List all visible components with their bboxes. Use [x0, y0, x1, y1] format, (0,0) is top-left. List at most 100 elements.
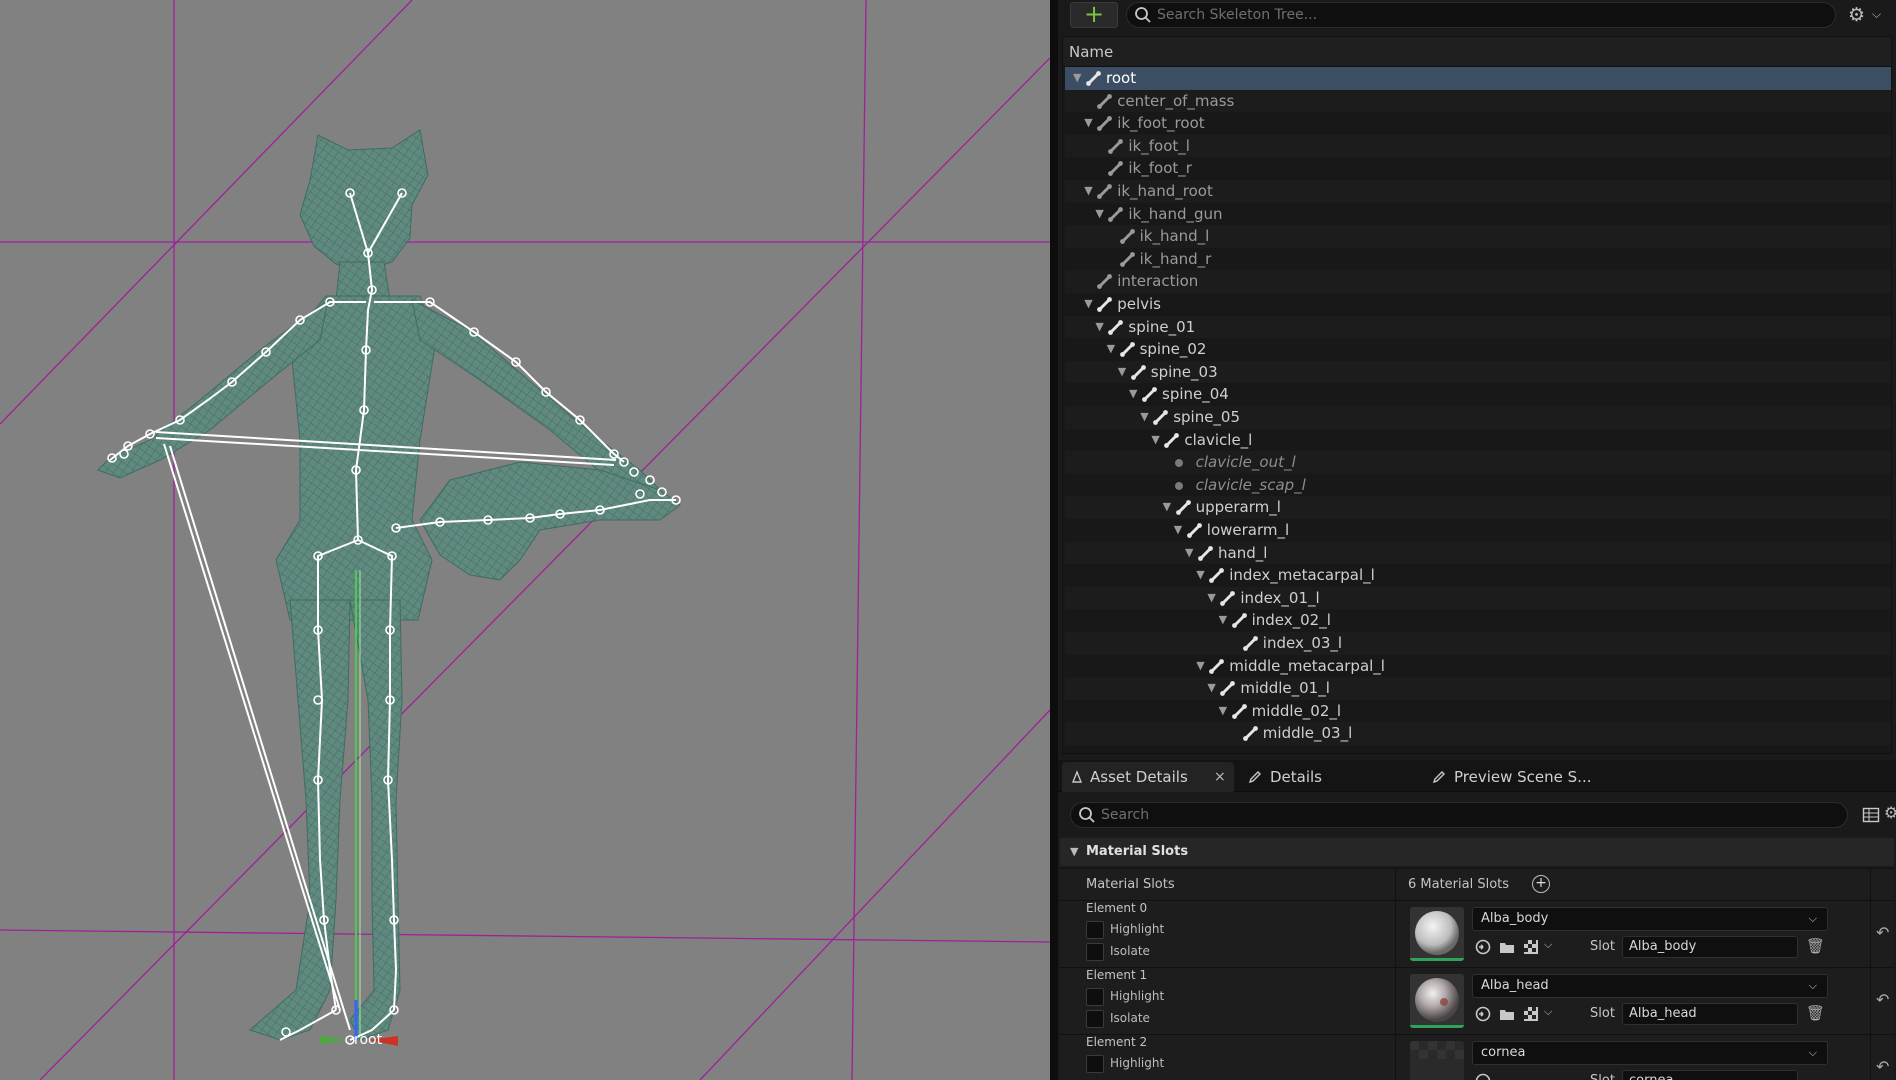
highlight-checkbox[interactable]	[1086, 988, 1104, 1006]
slot-name-input[interactable]: cornea	[1622, 1070, 1798, 1080]
gear-icon[interactable]: ⚙	[1848, 3, 1870, 27]
expand-arrow-icon[interactable]: ▼	[1174, 519, 1184, 542]
tree-row[interactable]: ▼ upperarm_l	[1065, 496, 1891, 519]
close-icon[interactable]: ×	[1214, 762, 1226, 792]
browse-folder-icon[interactable]	[1498, 938, 1516, 956]
browse-folder-icon[interactable]	[1498, 1005, 1516, 1023]
tree-row[interactable]: ik_foot_r	[1065, 157, 1891, 180]
tree-row[interactable]: ▼ spine_03	[1065, 360, 1891, 384]
expand-arrow-icon[interactable]: ▼	[1084, 180, 1094, 203]
tree-row[interactable]: clavicle_scap_l	[1065, 474, 1891, 497]
tree-row[interactable]: ▼ ik_hand_root	[1065, 180, 1891, 203]
panel-splitter[interactable]	[1050, 0, 1058, 1080]
expand-arrow-icon[interactable]: ▼	[1219, 609, 1229, 632]
add-slot-icon[interactable]: +	[1532, 875, 1550, 893]
table-view-icon[interactable]	[1862, 806, 1880, 824]
tree-row[interactable]: interaction	[1065, 270, 1891, 293]
material-thumbnail[interactable]	[1410, 974, 1464, 1028]
expand-arrow-icon[interactable]: ▼	[1185, 542, 1195, 565]
checker-icon[interactable]	[1522, 938, 1540, 956]
expand-arrow-icon[interactable]: ▼	[1207, 677, 1217, 700]
tree-row[interactable]: ▼ index_02_l	[1065, 609, 1891, 632]
expand-arrow-icon[interactable]: ▼	[1095, 316, 1105, 339]
tree-row[interactable]: ▼ root	[1065, 67, 1891, 90]
tree-row[interactable]: center_of_mass	[1065, 89, 1891, 113]
checker-icon[interactable]	[1522, 1005, 1540, 1023]
tree-row[interactable]: ▼ lowerarm_l	[1065, 519, 1891, 542]
isolate-checkbox[interactable]	[1086, 943, 1104, 961]
material-slots-section[interactable]: ▼ Material Slots	[1060, 838, 1894, 866]
expand-arrow-icon[interactable]: ▼	[1129, 383, 1139, 406]
tree-row[interactable]: middle_03_l	[1065, 722, 1891, 745]
use-selected-icon[interactable]	[1474, 1005, 1492, 1023]
chevron-down-icon[interactable]: ⌵	[1544, 938, 1552, 952]
chevron-down-icon[interactable]: ⌵	[1544, 1005, 1552, 1019]
details-search-input[interactable]	[1101, 805, 1801, 825]
tree-row[interactable]: ▼ spine_04	[1065, 383, 1891, 406]
expand-arrow-icon[interactable]: ▼	[1140, 406, 1150, 429]
tab-preview-scene[interactable]: Preview Scene S...	[1426, 762, 1606, 792]
slot-name-input[interactable]: Alba_body	[1622, 936, 1798, 958]
tab-details[interactable]: Details	[1242, 762, 1392, 792]
tree-row[interactable]: ik_hand_r	[1065, 248, 1891, 271]
expand-arrow-icon[interactable]: ▼	[1095, 203, 1105, 226]
material-thumbnail[interactable]	[1410, 907, 1464, 961]
expand-arrow-icon[interactable]: ▼	[1151, 429, 1161, 452]
expand-arrow-icon[interactable]: ▼	[1107, 338, 1117, 361]
tree-row[interactable]: ▼ index_01_l	[1065, 586, 1891, 610]
tree-row[interactable]: ▼ ik_foot_root	[1065, 112, 1891, 135]
preview-viewport[interactable]: root	[0, 0, 1050, 1080]
trash-icon[interactable]: 🗑	[1806, 937, 1825, 955]
expand-arrow-icon[interactable]: ▼	[1196, 655, 1206, 678]
skeleton-search-box[interactable]	[1126, 2, 1836, 28]
highlight-checkbox[interactable]	[1086, 921, 1104, 939]
tree-row[interactable]: ▼ middle_metacarpal_l	[1065, 655, 1891, 678]
tree-row-label: spine_01	[1128, 317, 1196, 336]
gear-icon[interactable]: ⚙	[1884, 803, 1896, 822]
material-combo[interactable]: Alba_body ⌵	[1472, 907, 1828, 931]
tree-row[interactable]: clavicle_out_l	[1065, 451, 1891, 474]
chevron-down-icon[interactable]: ⌵	[1872, 4, 1886, 24]
tree-row[interactable]: ▼ hand_l	[1065, 541, 1891, 565]
pencil-icon	[1248, 771, 1261, 784]
tree-row[interactable]: ▼ pelvis	[1065, 293, 1891, 316]
column-divider[interactable]	[1395, 869, 1396, 901]
tree-row[interactable]: ▼ middle_01_l	[1065, 677, 1891, 700]
tab-details-label: Details	[1270, 768, 1323, 786]
expand-arrow-icon[interactable]: ▼	[1118, 361, 1128, 384]
reset-arrow-icon[interactable]: ↶	[1876, 1057, 1889, 1076]
tree-row[interactable]: ▼ ik_hand_gun	[1065, 203, 1891, 226]
add-bone-button[interactable]: +	[1070, 2, 1118, 28]
tree-row[interactable]: ▼ middle_02_l	[1065, 700, 1891, 723]
reset-arrow-icon[interactable]: ↶	[1876, 923, 1889, 942]
isolate-checkbox[interactable]	[1086, 1010, 1104, 1028]
material-combo[interactable]: cornea ⌵	[1472, 1041, 1828, 1065]
tree-row[interactable]: ik_hand_l	[1065, 225, 1891, 248]
tree-row[interactable]: ▼ spine_01	[1065, 315, 1891, 339]
tab-asset-details[interactable]: Asset Details ×	[1062, 762, 1234, 792]
expand-arrow-icon[interactable]: ▼	[1196, 564, 1206, 587]
tree-row[interactable]: ▼ spine_02	[1065, 338, 1891, 361]
reset-arrow-icon[interactable]: ↶	[1876, 990, 1889, 1009]
tree-row[interactable]: ▼ spine_05	[1065, 406, 1891, 429]
column-header-name[interactable]: Name	[1063, 37, 1891, 67]
expand-arrow-icon[interactable]: ▼	[1207, 587, 1217, 610]
details-search-box[interactable]	[1070, 802, 1848, 828]
highlight-checkbox[interactable]	[1086, 1055, 1104, 1073]
use-selected-icon[interactable]	[1474, 938, 1492, 956]
tree-row[interactable]: ik_foot_l	[1065, 134, 1891, 158]
material-thumbnail[interactable]	[1410, 1041, 1464, 1080]
skeleton-search-input[interactable]	[1157, 5, 1827, 25]
expand-arrow-icon[interactable]: ▼	[1073, 67, 1083, 90]
expand-arrow-icon[interactable]: ▼	[1219, 700, 1229, 723]
slot-name-input[interactable]: Alba_head	[1622, 1003, 1798, 1025]
tree-row[interactable]: index_03_l	[1065, 632, 1891, 655]
tree-row[interactable]: ▼ clavicle_l	[1065, 429, 1891, 452]
expand-arrow-icon[interactable]: ▼	[1084, 112, 1094, 135]
material-combo[interactable]: Alba_head ⌵	[1472, 974, 1828, 998]
expand-arrow-icon[interactable]: ▼	[1163, 496, 1173, 519]
trash-icon[interactable]: 🗑	[1806, 1004, 1825, 1022]
expand-arrow-icon[interactable]: ▼	[1084, 293, 1094, 316]
use-selected-icon[interactable]	[1474, 1072, 1492, 1080]
tree-row[interactable]: ▼ index_metacarpal_l	[1065, 564, 1891, 587]
